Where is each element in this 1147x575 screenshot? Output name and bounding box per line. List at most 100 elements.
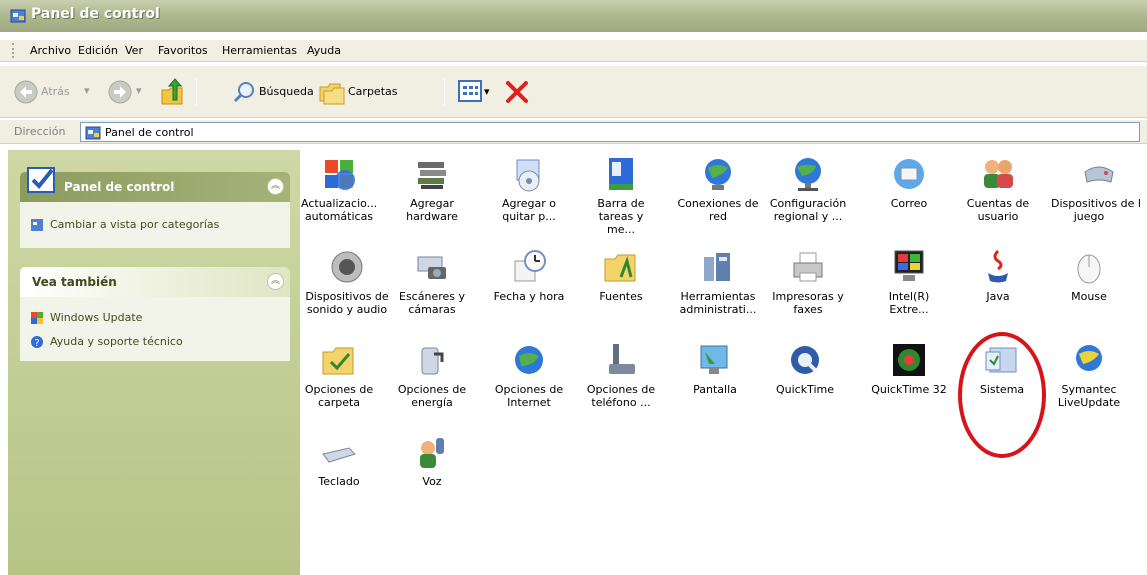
java-icon: [988, 249, 1008, 283]
menu-ayuda[interactable]: Ayuda: [307, 44, 341, 57]
item-label: Intel(R): [888, 290, 930, 303]
item-label: quitar p...: [502, 210, 556, 223]
liveupdate-icon: [1076, 345, 1102, 371]
menu-favoritos[interactable]: Favoritos: [158, 44, 208, 57]
quicktime32-icon: [893, 344, 925, 376]
item-phone-modem[interactable]: Opciones de teléfono ...: [583, 340, 659, 409]
item-label: Agregar: [410, 197, 454, 210]
add-remove-programs-icon: [516, 159, 540, 192]
folders-button[interactable]: Carpetas: [348, 85, 397, 98]
item-mouse[interactable]: Mouse: [1051, 247, 1127, 303]
item-display[interactable]: Pantalla: [677, 340, 753, 396]
menu-edicion[interactable]: Edición: [78, 44, 118, 57]
toolbar-separator: [196, 78, 197, 106]
item-sound-audio[interactable]: Dispositivos de sonido y audio: [301, 247, 393, 316]
control-panel-section-body: Cambiar a vista por categorías: [20, 202, 290, 248]
menu-ver[interactable]: Ver: [125, 44, 143, 57]
item-network-connections[interactable]: Conexiones de red: [677, 154, 759, 223]
item-label: Impresoras y: [772, 290, 844, 303]
item-add-hardware[interactable]: Agregar hardware: [394, 154, 470, 223]
item-label: Fuentes: [599, 290, 643, 303]
item-label: Opciones de: [494, 383, 564, 396]
item-label: Cuentas de: [966, 197, 1030, 210]
see-also-section-body: Windows Update ? Ayuda y soporte técnico: [20, 297, 290, 361]
item-label: juego: [1073, 210, 1105, 223]
item-folder-options[interactable]: Opciones de carpeta: [301, 340, 377, 409]
back-button-label[interactable]: Atrás: [41, 85, 70, 98]
item-keyboard[interactable]: Teclado: [301, 432, 377, 488]
sound-icon: [331, 251, 363, 283]
item-label: sonido y audio: [306, 303, 388, 316]
switch-category-view-link[interactable]: Cambiar a vista por categorías: [30, 218, 219, 232]
power-options-icon: [421, 347, 444, 375]
address-bar: Dirección Panel de control: [0, 120, 1147, 144]
address-label: Dirección: [14, 125, 66, 138]
windows-update-link[interactable]: Windows Update: [30, 311, 142, 325]
mouse-icon: [1077, 254, 1101, 284]
item-quicktime32[interactable]: QuickTime 32: [871, 340, 947, 396]
folders-icon[interactable]: [318, 79, 346, 105]
back-arrow-icon[interactable]: [14, 80, 38, 104]
quicktime-icon: [791, 346, 819, 374]
item-admin-tools[interactable]: Herramientas administrati...: [677, 247, 759, 316]
menu-grip: [12, 43, 15, 58]
item-liveupdate[interactable]: Symantec LiveUpdate: [1051, 340, 1127, 409]
delete-x-icon[interactable]: [505, 80, 529, 104]
item-automatic-updates[interactable]: Actualizacio... automáticas: [301, 154, 377, 223]
section-title: Panel de control: [64, 180, 175, 194]
item-label: Actualizacio...: [301, 197, 378, 210]
up-folder-icon[interactable]: [159, 78, 185, 106]
highlight-circle: [958, 332, 1046, 458]
menu-herramientas[interactable]: Herramientas: [222, 44, 297, 57]
item-label: Pantalla: [693, 383, 737, 396]
item-label: administrati...: [679, 303, 757, 316]
item-intel-graphics[interactable]: Intel(R) Extre...: [871, 247, 947, 316]
item-printers-faxes[interactable]: Impresoras y faxes: [767, 247, 849, 316]
item-mail[interactable]: Correo: [871, 154, 947, 210]
search-button[interactable]: Búsqueda: [259, 85, 314, 98]
scanners-cameras-icon: [417, 256, 446, 279]
add-hardware-icon: [418, 162, 446, 189]
item-user-accounts[interactable]: Cuentas de usuario: [960, 154, 1036, 223]
collapse-chevron-icon[interactable]: ︽: [267, 178, 284, 195]
search-icon[interactable]: [232, 80, 256, 104]
item-java[interactable]: Java: [960, 247, 1036, 303]
item-label: Opciones de: [304, 383, 374, 396]
forward-dropdown-icon[interactable]: ▾: [136, 84, 142, 97]
task-label: Windows Update: [50, 311, 143, 324]
toolbar: Atrás ▾ ▾ Búsqueda Carpetas ▾: [0, 66, 1147, 118]
windows-update-icon: [31, 312, 43, 324]
item-power-options[interactable]: Opciones de energía: [394, 340, 470, 409]
item-taskbar[interactable]: Barra de tareas y me...: [583, 154, 659, 236]
item-regional-settings[interactable]: Configuración regional y ...: [767, 154, 849, 223]
collapse-chevron-icon[interactable]: ︽: [267, 273, 284, 290]
item-fonts[interactable]: Fuentes: [583, 247, 659, 303]
control-panel-section-header[interactable]: Panel de control ︽: [20, 167, 290, 202]
item-quicktime[interactable]: QuickTime: [767, 340, 843, 396]
item-game-controllers[interactable]: Dispositivos de l juego: [1051, 154, 1147, 223]
keyboard-icon: [322, 447, 356, 463]
views-icon[interactable]: [458, 80, 482, 102]
help-support-link[interactable]: ? Ayuda y soporte técnico: [30, 335, 183, 349]
item-label: carpeta: [317, 396, 361, 409]
back-dropdown-icon[interactable]: ▾: [84, 84, 90, 97]
forward-arrow-icon[interactable]: [108, 80, 132, 104]
intel-graphics-icon: [894, 250, 924, 281]
fonts-folder-icon: [604, 254, 636, 282]
item-label: automáticas: [304, 210, 374, 223]
see-also-section-header[interactable]: Vea también ︽: [20, 267, 290, 297]
item-scanners-cameras[interactable]: Escáneres y cámaras: [394, 247, 470, 316]
item-speech[interactable]: Voz: [394, 432, 470, 488]
item-add-remove-programs[interactable]: Agregar o quitar p...: [491, 154, 567, 223]
item-label: Agregar o: [501, 197, 557, 210]
item-internet-options[interactable]: Opciones de Internet: [491, 340, 567, 409]
control-panel-check-icon: [27, 167, 55, 193]
item-label: Java: [986, 290, 1010, 303]
views-dropdown-icon[interactable]: ▾: [484, 85, 490, 98]
menu-archivo[interactable]: Archivo: [30, 44, 71, 57]
item-label: Correo: [890, 197, 928, 210]
menu-bar: Archivo Edición Ver Favoritos Herramient…: [0, 40, 1147, 62]
item-date-time[interactable]: Fecha y hora: [491, 247, 567, 303]
task-pane: Panel de control ︽ Cambiar a vista por c…: [8, 150, 300, 575]
address-field[interactable]: Panel de control: [80, 122, 1140, 142]
